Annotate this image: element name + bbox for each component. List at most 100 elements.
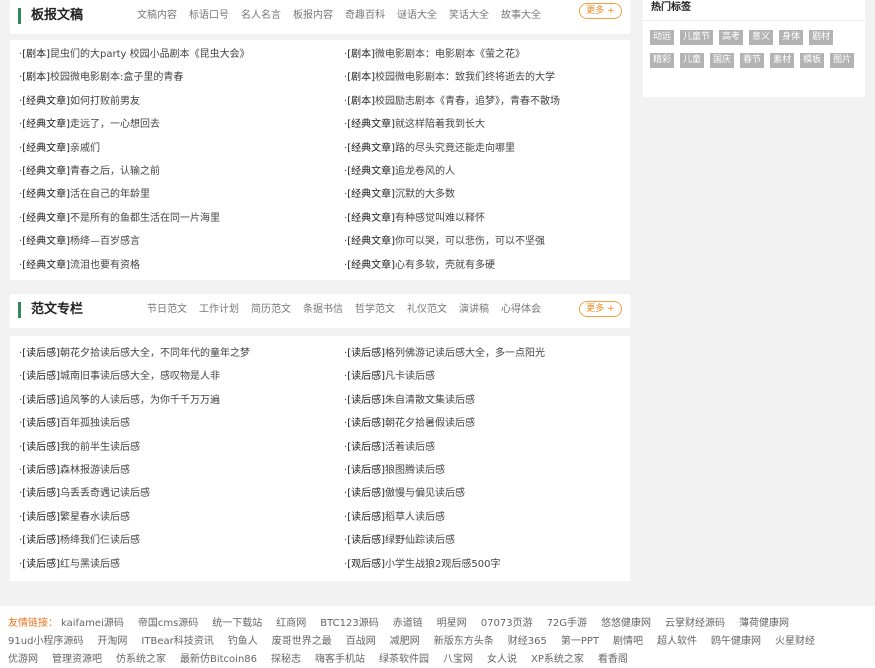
list-item[interactable]: ·[读后感]森林报游读后感 [19, 459, 319, 482]
item-title-link[interactable]: 青春之后，认输之前 [70, 166, 160, 177]
list-item[interactable]: ·[读后感]乌丢丢奇遇记读后感 [19, 482, 319, 505]
item-title-link[interactable]: 傲慢与偏见读后感 [385, 488, 465, 499]
list-item[interactable]: ·[经典文章]沉默的大多数 [344, 183, 644, 206]
list-item[interactable]: ·[经典文章]青春之后，认输之前 [19, 160, 319, 183]
tab-link[interactable]: 条据书信 [303, 294, 343, 326]
hot-tag[interactable]: 动远 [650, 30, 675, 45]
item-title-link[interactable]: 小学生战狼2观后感500字 [385, 559, 500, 570]
item-title-link[interactable]: 杨绛我们仨读后感 [60, 535, 140, 546]
friend-link[interactable]: 优游网 [8, 651, 38, 668]
tab-link[interactable]: 心得体会 [501, 294, 541, 326]
list-item[interactable]: ·[经典文章]流泪也要有资格 [19, 254, 319, 277]
item-title-link[interactable]: 繁星春水读后感 [60, 512, 130, 523]
list-item[interactable]: ·[读后感]活着读后感 [344, 436, 644, 459]
item-title-link[interactable]: 活在自己的年龄里 [70, 189, 150, 200]
tab-link[interactable]: 简历范文 [251, 294, 291, 326]
item-title-link[interactable]: 百年孤独读后感 [60, 418, 130, 429]
friend-link[interactable]: 红商网 [276, 615, 306, 633]
list-item[interactable]: ·[经典文章]亲戚们 [19, 137, 319, 160]
tab-link[interactable]: 名人名言 [241, 0, 281, 32]
list-item[interactable]: ·[经典文章]追龙卷风的人 [344, 160, 644, 183]
tab-link[interactable]: 文稿内容 [137, 0, 177, 32]
list-item[interactable]: ·[经典文章]不是所有的鱼都生活在同一片海里 [19, 207, 319, 230]
friend-link[interactable]: 赤道链 [393, 615, 423, 633]
item-title-link[interactable]: 路的尽头究竟还能走向哪里 [395, 143, 515, 154]
list-item[interactable]: ·[读后感]我的前半生读后感 [19, 436, 319, 459]
list-item[interactable]: ·[读后感]绿野仙踪读后感 [344, 529, 644, 552]
friend-link[interactable]: 超人软件 [657, 633, 697, 651]
item-title-link[interactable]: 乌丢丢奇遇记读后感 [60, 488, 150, 499]
hot-tag[interactable]: 儿童节 [680, 30, 714, 45]
item-title-link[interactable]: 昆虫们的大party 校园小品剧本《昆虫大会》 [50, 49, 250, 60]
list-item[interactable]: ·[经典文章]有种感觉叫难以释怀 [344, 207, 644, 230]
hot-tag[interactable]: 精彩 [650, 53, 675, 68]
tab-link[interactable]: 奇趣百科 [345, 0, 385, 32]
list-item[interactable]: ·[读后感]城南旧事读后感大全，感叹物是人非 [19, 365, 319, 388]
friend-link[interactable]: ITBear科技资讯 [141, 633, 213, 651]
list-item[interactable]: ·[读后感]朝花夕拾暑假读后感 [344, 412, 644, 435]
friend-link[interactable]: 统一下载站 [212, 615, 262, 633]
tab-link[interactable]: 板报内容 [293, 0, 333, 32]
hot-tag[interactable]: 图片 [830, 53, 855, 68]
friend-link[interactable]: 仿系统之家 [116, 651, 166, 668]
friend-link[interactable]: 最新仿Bitcoin86 [180, 651, 257, 668]
item-title-link[interactable]: 狼图腾读后感 [385, 465, 445, 476]
list-item[interactable]: ·[读后感]格列佛游记读后感大全，多一点阳光 [344, 342, 644, 365]
item-title-link[interactable]: 稻草人读后感 [385, 512, 445, 523]
tab-link[interactable]: 哲学范文 [355, 294, 395, 326]
list-item[interactable]: ·[经典文章]活在自己的年龄里 [19, 183, 319, 206]
list-item[interactable]: ·[经典文章]路的尽头究竟还能走向哪里 [344, 137, 644, 160]
friend-link[interactable]: 废哥世界之最 [272, 633, 332, 651]
friend-link[interactable]: 第一PPT [561, 633, 599, 651]
item-title-link[interactable]: 城南旧事读后感大全，感叹物是人非 [60, 371, 220, 382]
item-title-link[interactable]: 你可以哭，可以悲伤，可以不坚强 [395, 236, 545, 247]
friend-link[interactable]: 绿茶软件园 [379, 651, 429, 668]
friend-link[interactable]: 明星网 [437, 615, 467, 633]
list-item[interactable]: ·[经典文章]你可以哭，可以悲伤，可以不坚强 [344, 230, 644, 253]
friend-link[interactable]: 百战网 [346, 633, 376, 651]
hot-tag[interactable]: 意义 [749, 30, 774, 45]
hot-tag[interactable]: 剧材 [809, 30, 834, 45]
item-title-link[interactable]: 森林报游读后感 [60, 465, 130, 476]
friend-link[interactable]: 07073页游 [481, 615, 533, 633]
friend-link[interactable]: 72G手游 [547, 615, 587, 633]
friend-link[interactable]: XP系统之家 [531, 651, 584, 668]
friend-link[interactable]: 钓鱼人 [228, 633, 258, 651]
list-item[interactable]: ·[读后感]红与黑读后感 [19, 553, 319, 576]
item-title-link[interactable]: 校园励志剧本《青春，追梦》，青春不散场 [375, 96, 560, 107]
tab-link[interactable]: 谜语大全 [397, 0, 437, 32]
hot-tag[interactable]: 春节 [740, 53, 765, 68]
item-title-link[interactable]: 校园微电影剧本：致我们终将逝去的大学 [375, 72, 555, 83]
hot-tag[interactable]: 儿童 [680, 53, 705, 68]
friend-link[interactable]: 剧情吧 [613, 633, 643, 651]
friend-link[interactable]: 减肥网 [390, 633, 420, 651]
friend-link[interactable]: kaifamei源码 [61, 615, 124, 633]
hot-tag[interactable]: 高考 [719, 30, 744, 45]
hot-tag[interactable]: 素材 [770, 53, 795, 68]
list-item[interactable]: ·[剧本]微电影剧本：电影剧本《萤之花》 [344, 43, 644, 66]
hot-tag[interactable]: 身体 [779, 30, 804, 45]
list-item[interactable]: ·[剧本]校园微电影剧本:盒子里的青春 [19, 66, 319, 89]
list-item[interactable]: ·[经典文章]如何打败前男友 [19, 90, 319, 113]
tab-link[interactable]: 礼仪范文 [407, 294, 447, 326]
friend-link[interactable]: 新版东方头条 [434, 633, 494, 651]
item-title-link[interactable]: 走远了，一心想回去 [70, 119, 160, 130]
item-title-link[interactable]: 追龙卷风的人 [395, 166, 455, 177]
list-item[interactable]: ·[读后感]稻草人读后感 [344, 506, 644, 529]
item-title-link[interactable]: 不是所有的鱼都生活在同一片海里 [70, 213, 220, 224]
hot-tag[interactable]: 模板 [800, 53, 825, 68]
list-item[interactable]: ·[经典文章]杨绛—百岁感言 [19, 230, 319, 253]
friend-link[interactable]: BTC123源码 [320, 615, 378, 633]
more-button[interactable]: 更多 + [579, 301, 622, 317]
item-title-link[interactable]: 如何打败前男友 [70, 96, 140, 107]
list-item[interactable]: ·[读后感]狼图腾读后感 [344, 459, 644, 482]
item-title-link[interactable]: 凡卡读后感 [385, 371, 435, 382]
friend-link[interactable]: 探秘志 [271, 651, 301, 668]
item-title-link[interactable]: 校园微电影剧本:盒子里的青春 [50, 72, 183, 83]
friend-link[interactable]: 91ud小程序源码 [8, 633, 83, 651]
item-title-link[interactable]: 流泪也要有资格 [70, 260, 140, 271]
tab-link[interactable]: 标语口号 [189, 0, 229, 32]
friend-link[interactable]: 管理资源吧 [52, 651, 102, 668]
list-item[interactable]: ·[读后感]傲慢与偏见读后感 [344, 482, 644, 505]
item-title-link[interactable]: 有种感觉叫难以释怀 [395, 213, 485, 224]
